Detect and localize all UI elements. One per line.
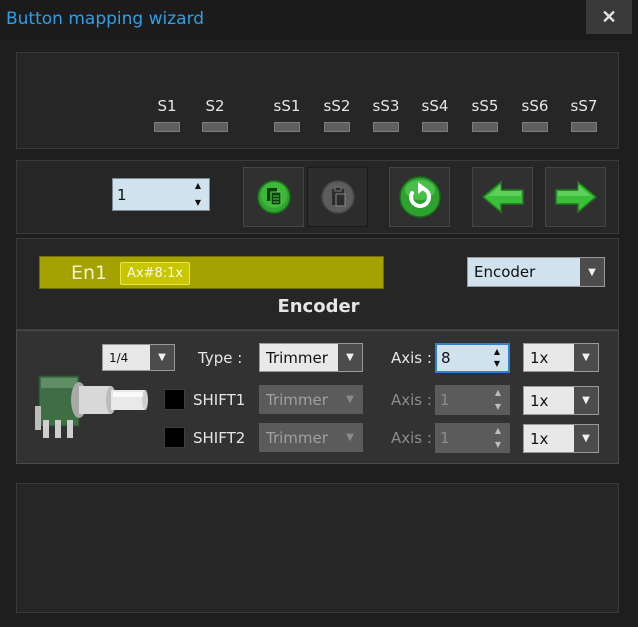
shift2-color-swatch[interactable] <box>164 427 185 448</box>
info-panel <box>16 483 619 613</box>
led-indicator <box>373 122 399 132</box>
type-select[interactable]: Trimmer ▼ <box>259 343 363 372</box>
axis-value: 8 <box>441 349 451 367</box>
shift1-type-select[interactable]: Trimmer ▼ <box>259 385 363 414</box>
chevron-down-icon: ▼ <box>574 344 598 371</box>
shift2-type-value: Trimmer <box>266 428 328 447</box>
shift2-axis-label: Axis : <box>391 429 432 447</box>
shift1-label: SHIFT1 <box>193 391 246 409</box>
shift2-multiplier-value: 1x <box>530 429 549 448</box>
type-label: Type : <box>198 349 243 367</box>
mapping-badge: Ax#8:1x <box>120 262 191 285</box>
led-label: S1 <box>157 97 177 115</box>
chevron-down-icon: ▼ <box>338 344 362 371</box>
chevron-down-icon: ▼ <box>574 425 598 452</box>
shift1-type-value: Trimmer <box>266 390 328 409</box>
chevron-down-icon: ▼ <box>338 386 362 413</box>
paste-button[interactable] <box>307 167 368 227</box>
chevron-down-icon: ▼ <box>338 424 362 451</box>
shift2-axis-spinner[interactable]: 1 ▲ ▼ <box>435 423 510 453</box>
spin-arrows[interactable]: ▲ ▼ <box>492 348 502 368</box>
mode-select-value: Encoder <box>474 263 536 281</box>
title-bar: Button mapping wizard ✕ <box>0 0 638 40</box>
axis-spinner[interactable]: 8 ▲ ▼ <box>435 343 510 373</box>
window-title: Button mapping wizard <box>6 9 205 29</box>
shift1-axis-spinner[interactable]: 1 ▲ ▼ <box>435 385 510 415</box>
led-indicator <box>522 122 548 132</box>
shift2-label: SHIFT2 <box>193 429 246 447</box>
shift1-multiplier-value: 1x <box>530 391 549 410</box>
shift2-multiplier-select[interactable]: 1x ▼ <box>523 424 599 453</box>
spin-arrows[interactable]: ▲ ▼ <box>493 427 503 449</box>
mapping-name: En1 <box>71 262 108 284</box>
shift1-multiplier-select[interactable]: 1x ▼ <box>523 386 599 415</box>
next-button[interactable] <box>545 167 606 227</box>
close-button[interactable]: ✕ <box>586 0 632 34</box>
previous-button[interactable] <box>472 167 533 227</box>
refresh-button[interactable] <box>389 167 450 227</box>
led-label: sS3 <box>372 97 400 115</box>
mapping-heading: Encoder <box>277 296 360 317</box>
mapping-bar[interactable]: En1 Ax#8:1x <box>39 256 384 289</box>
led-label: sS1 <box>273 97 301 115</box>
arrow-left-icon <box>481 180 524 214</box>
copy-button[interactable] <box>243 167 304 227</box>
spin-arrows[interactable]: ▲ ▼ <box>193 182 203 207</box>
index-spinner[interactable]: 1 ▲ ▼ <box>112 178 210 211</box>
led-label: sS5 <box>471 97 499 115</box>
shift2-type-select[interactable]: Trimmer ▼ <box>259 423 363 452</box>
led-indicator <box>324 122 350 132</box>
step-select-value: 1/4 <box>109 350 129 365</box>
multiplier-value: 1x <box>530 348 549 367</box>
led-indicator <box>472 122 498 132</box>
led-indicator <box>274 122 300 132</box>
shift1-axis-label: Axis : <box>391 391 432 409</box>
shift1-color-swatch[interactable] <box>164 389 185 410</box>
led-label: sS4 <box>421 97 449 115</box>
led-label: S2 <box>205 97 225 115</box>
refresh-icon <box>398 176 441 218</box>
copy-icon <box>256 180 291 214</box>
step-select[interactable]: 1/4 ▼ <box>102 344 175 371</box>
close-icon: ✕ <box>601 6 617 27</box>
led-indicator <box>571 122 597 132</box>
multiplier-select[interactable]: 1x ▼ <box>523 343 599 372</box>
arrow-right-icon <box>554 180 597 214</box>
paste-icon <box>320 180 355 214</box>
shift1-axis-value: 1 <box>440 391 450 409</box>
led-label: sS2 <box>323 97 351 115</box>
axis-label: Axis : <box>391 349 432 367</box>
index-value: 1 <box>117 185 127 204</box>
spin-arrows[interactable]: ▲ ▼ <box>493 389 503 411</box>
chevron-down-icon: ▼ <box>580 258 604 286</box>
chevron-down-icon: ▼ <box>574 387 598 414</box>
shift2-axis-value: 1 <box>440 429 450 447</box>
led-indicator <box>422 122 448 132</box>
led-indicator <box>154 122 180 132</box>
led-indicator <box>202 122 228 132</box>
led-label: sS6 <box>521 97 549 115</box>
mode-select[interactable]: Encoder ▼ <box>467 257 605 287</box>
led-label: sS7 <box>570 97 598 115</box>
type-select-value: Trimmer <box>266 348 328 367</box>
chevron-down-icon: ▼ <box>150 345 174 370</box>
